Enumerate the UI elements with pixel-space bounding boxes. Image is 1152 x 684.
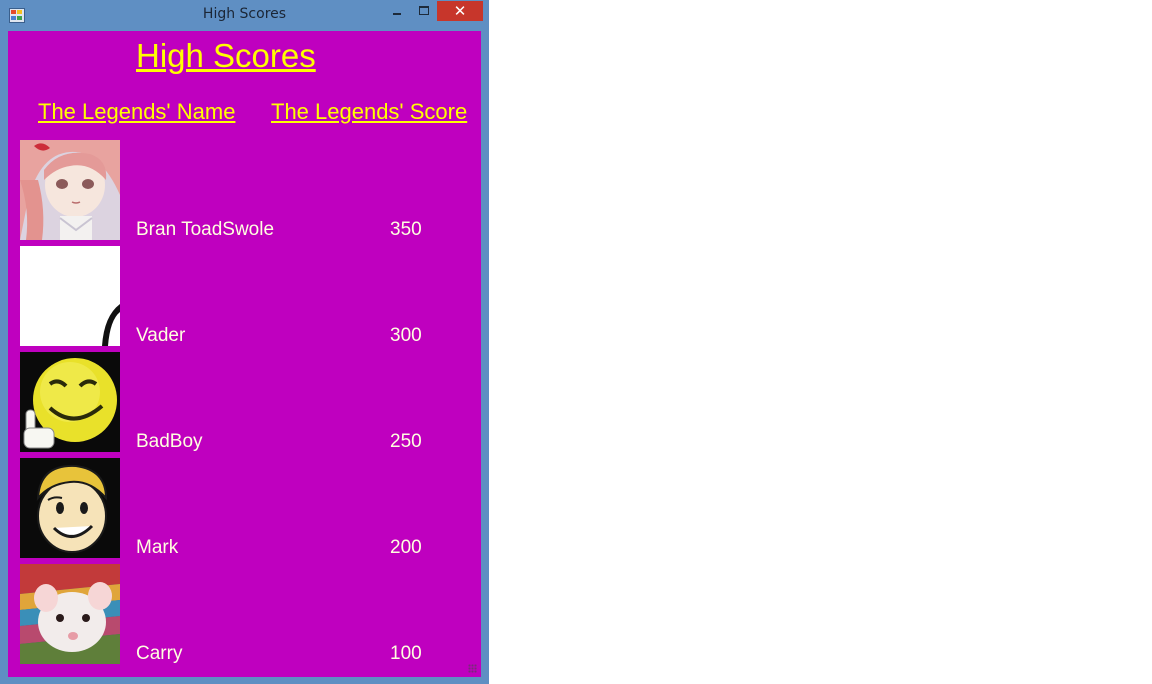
title-bar[interactable]: High Scores ✕ bbox=[0, 0, 489, 31]
white-avatar bbox=[20, 246, 120, 346]
player-name: Vader bbox=[136, 325, 186, 346]
minimize-button[interactable] bbox=[387, 3, 407, 19]
name-column-header: The Legends' Name bbox=[38, 99, 236, 124]
maximize-button[interactable] bbox=[413, 3, 435, 19]
player-score: 100 bbox=[390, 643, 422, 664]
high-scores-window: High Scores ✕ High Scores The Legends' N… bbox=[0, 0, 489, 684]
anime-girl-avatar bbox=[20, 140, 120, 240]
player-score: 300 bbox=[390, 325, 422, 346]
player-name: Mark bbox=[136, 537, 179, 558]
form-client-area: High Scores The Legends' Name The Legend… bbox=[8, 31, 481, 677]
close-button[interactable]: ✕ bbox=[437, 1, 483, 21]
score-row: Vader 300 bbox=[8, 246, 481, 346]
vault-boy-avatar bbox=[20, 458, 120, 558]
player-score: 250 bbox=[390, 431, 422, 452]
score-row: Carry 100 bbox=[8, 564, 481, 664]
score-column-header: The Legends' Score bbox=[271, 99, 468, 124]
page-title: High Scores bbox=[136, 37, 316, 74]
score-row: Mark 200 bbox=[8, 458, 481, 558]
smiley-avatar bbox=[20, 352, 120, 452]
player-score: 350 bbox=[390, 219, 422, 240]
player-name: BadBoy bbox=[136, 431, 203, 452]
player-name: Carry bbox=[136, 643, 183, 664]
score-row: BadBoy 250 bbox=[8, 352, 481, 452]
player-name: Bran ToadSwole bbox=[136, 219, 275, 240]
rat-avatar bbox=[20, 564, 120, 664]
score-row: Bran ToadSwole 350 bbox=[8, 140, 481, 240]
resize-grip[interactable] bbox=[468, 664, 477, 673]
player-score: 200 bbox=[390, 537, 422, 558]
